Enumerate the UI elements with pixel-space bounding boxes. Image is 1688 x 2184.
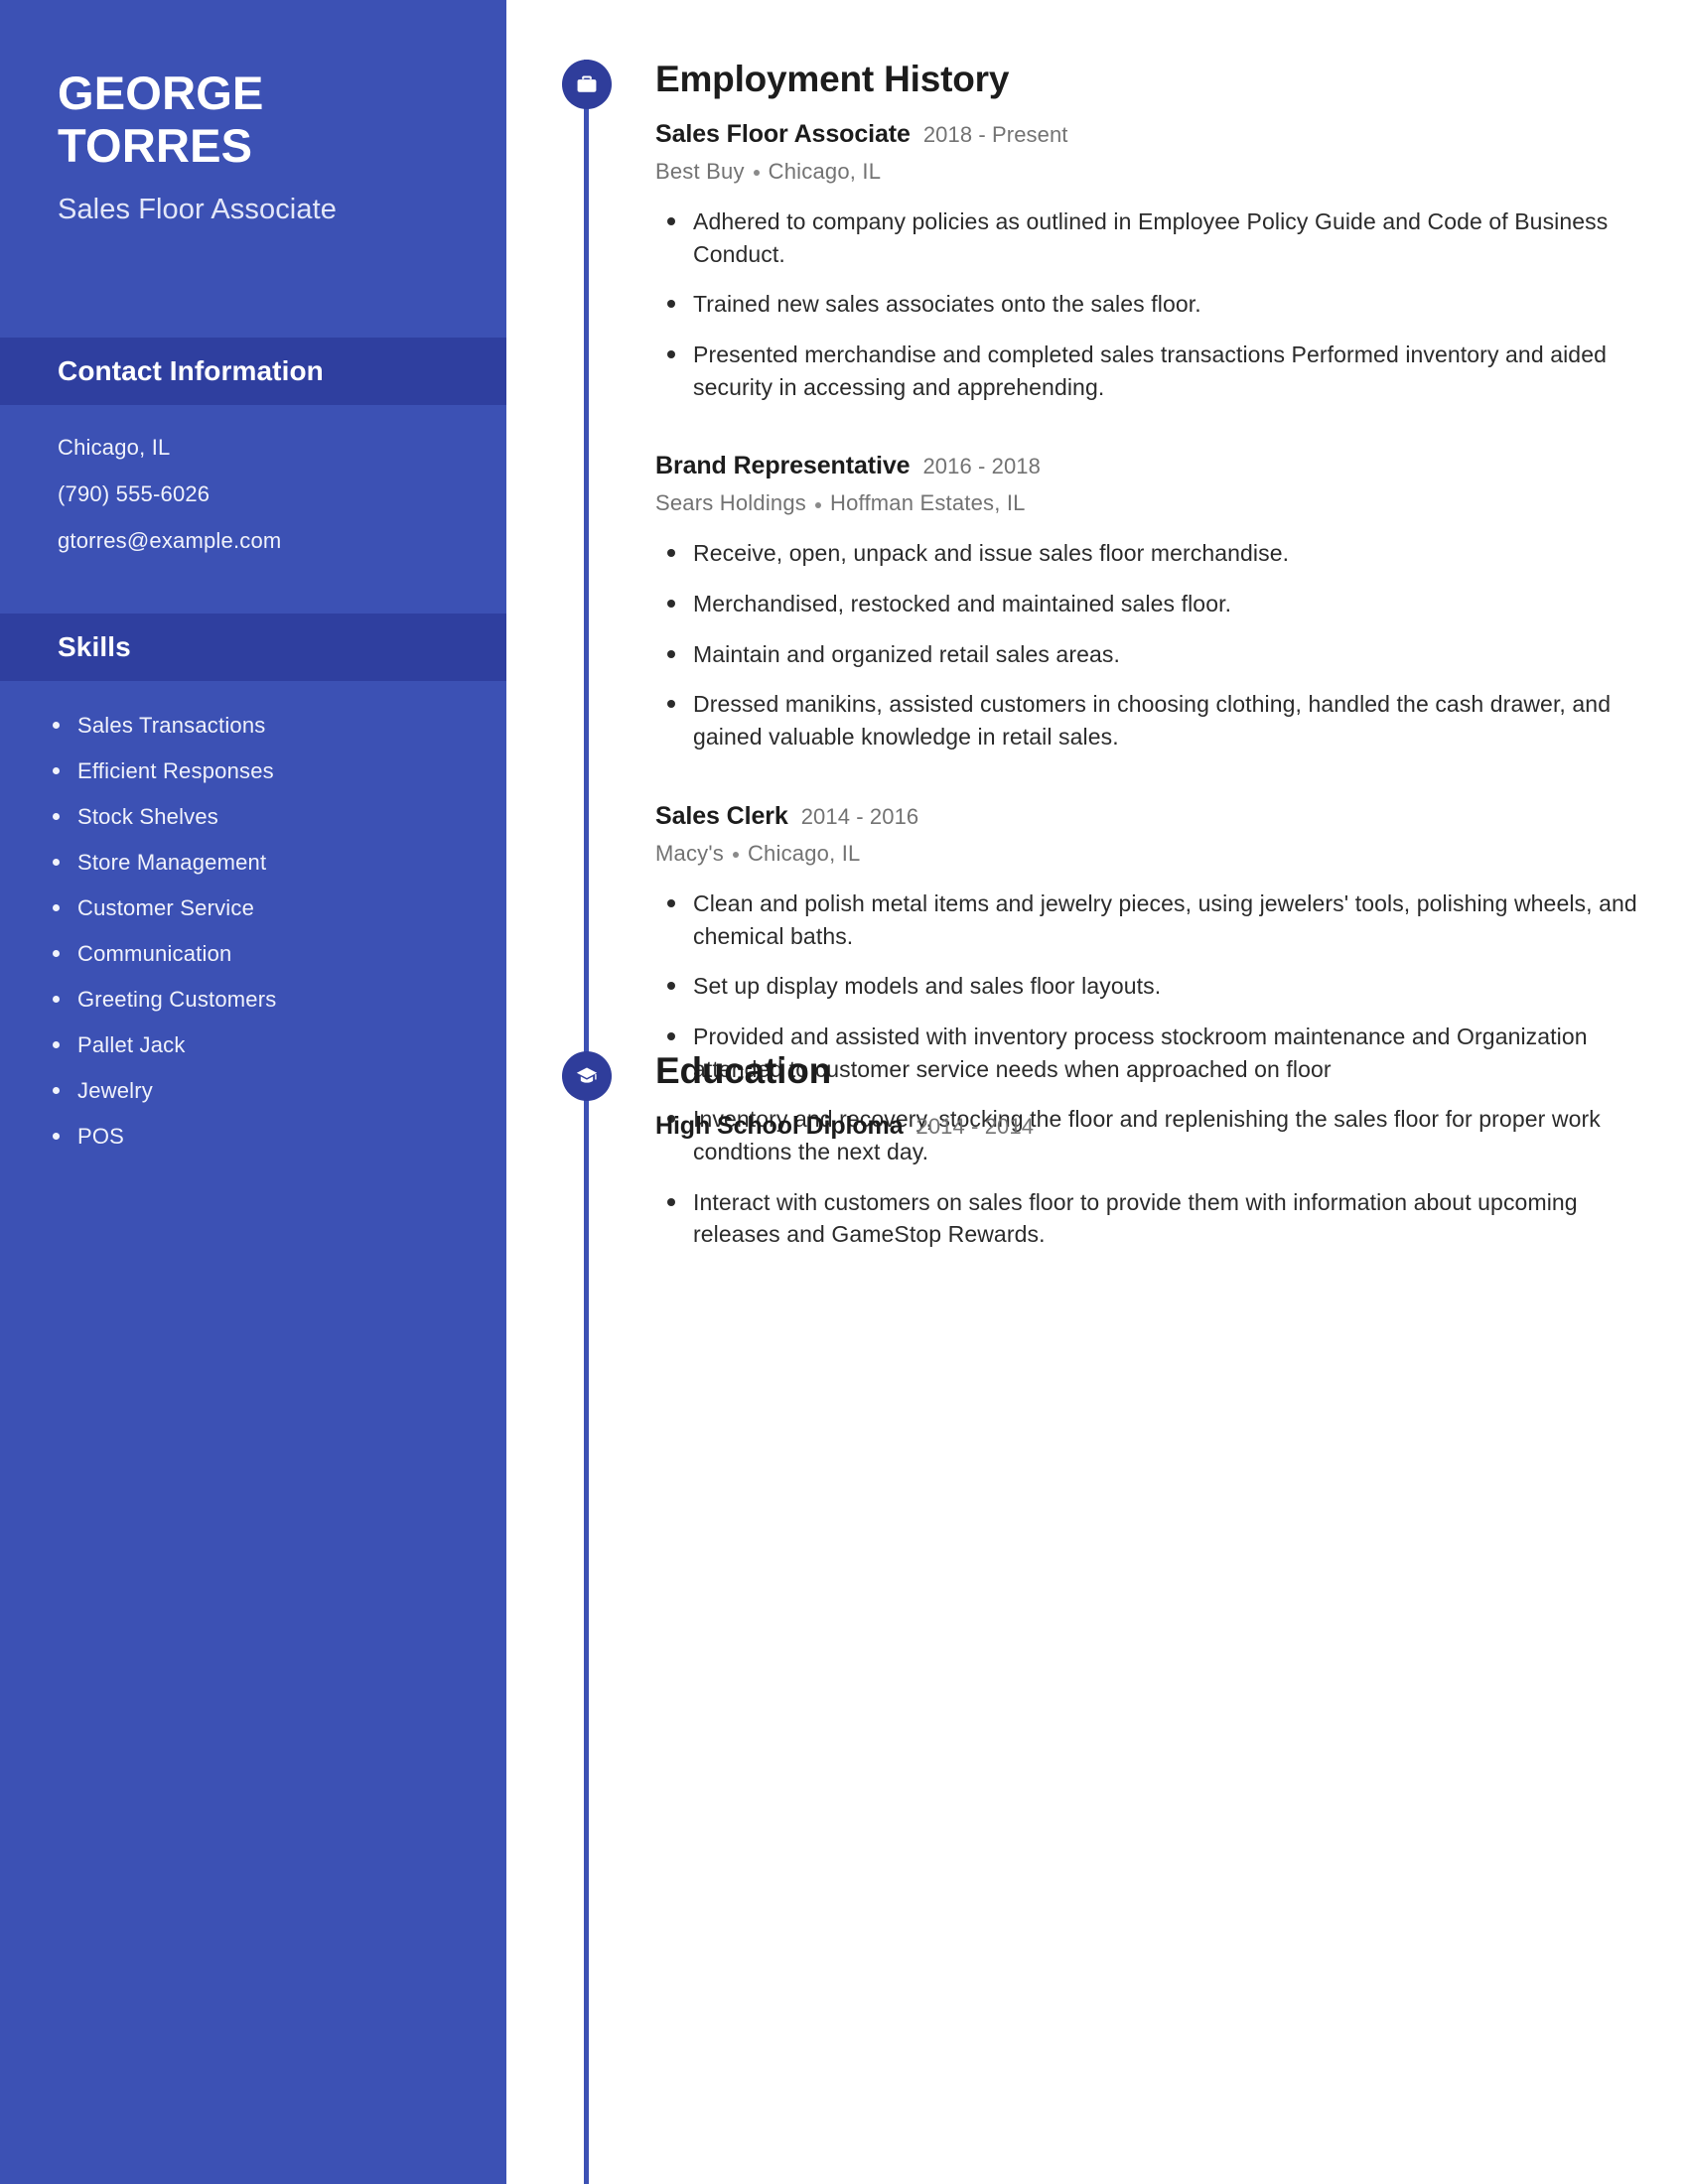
skill-item: Communication bbox=[53, 937, 467, 970]
employment-dates: 2016 - 2018 bbox=[922, 454, 1041, 479]
main-content: Employment History Sales Floor Associate… bbox=[506, 0, 1688, 2184]
employment-bullet: Dressed manikins, assisted customers in … bbox=[655, 688, 1640, 752]
skill-item: Store Management bbox=[53, 846, 467, 879]
education-body: Education High School Diploma 2014 - 2014 bbox=[655, 1050, 1688, 1142]
skills-heading: Skills bbox=[0, 614, 506, 682]
employment-location: Chicago, IL bbox=[747, 841, 861, 866]
employment-company: Macy's bbox=[655, 841, 724, 866]
employment-role: Sales Floor Associate bbox=[655, 119, 911, 148]
employment-bullet: Set up display models and sales floor la… bbox=[655, 970, 1640, 1003]
education-section: Education High School Diploma 2014 - 2014 bbox=[506, 1050, 1688, 1142]
employment-company-location: Macy's Chicago, IL bbox=[655, 841, 1640, 867]
employment-entry: Brand Representative 2016 - 2018 Sears Ho… bbox=[655, 451, 1640, 753]
skill-item: POS bbox=[53, 1120, 467, 1153]
employment-dates: 2014 - 2016 bbox=[800, 803, 919, 829]
contact-email[interactable]: gtorres@example.com bbox=[58, 524, 467, 558]
employment-bullet: Maintain and organized retail sales area… bbox=[655, 638, 1640, 671]
skill-item: Efficient Responses bbox=[53, 754, 467, 787]
skill-item: Sales Transactions bbox=[53, 709, 467, 742]
name-block: GEORGE TORRES Sales Floor Associate bbox=[0, 0, 506, 228]
skill-item: Customer Service bbox=[53, 891, 467, 924]
contact-location: Chicago, IL bbox=[58, 434, 171, 460]
separator-dot-icon bbox=[815, 501, 821, 508]
employment-role: Sales Clerk bbox=[655, 801, 788, 830]
employment-location: Hoffman Estates, IL bbox=[830, 490, 1026, 516]
contact-information-list: Chicago, IL (790) 555-6026 gtorres@examp… bbox=[0, 405, 506, 584]
employment-entry: Sales Clerk 2014 - 2016 Macy's Chicago, IL… bbox=[655, 801, 1640, 1251]
skill-item: Pallet Jack bbox=[53, 1028, 467, 1061]
employment-bullets: Receive, open, unpack and issue sales fl… bbox=[655, 537, 1640, 752]
contact-phone[interactable]: (790) 555-6026 bbox=[58, 478, 467, 511]
employment-history-heading: Employment History bbox=[655, 59, 1010, 99]
education-dates: 2014 - 2014 bbox=[915, 1113, 1035, 1139]
education-heading: Education bbox=[655, 1050, 832, 1091]
skill-item: Jewelry bbox=[53, 1074, 467, 1107]
employment-bullet: Trained new sales associates onto the sa… bbox=[655, 288, 1640, 321]
employment-bullets: Adhered to company policies as outlined … bbox=[655, 205, 1640, 403]
resume-page: GEORGE TORRES Sales Floor Associate Cont… bbox=[0, 0, 1688, 2184]
education-entry-header: High School Diploma 2014 - 2014 bbox=[655, 1111, 1640, 1142]
education-entry: High School Diploma 2014 - 2014 bbox=[655, 1111, 1640, 1142]
employment-company: Best Buy bbox=[655, 158, 745, 184]
employment-bullet: Merchandised, restocked and maintained s… bbox=[655, 588, 1640, 620]
employment-entry-header: Sales Clerk 2014 - 2016 bbox=[655, 801, 1640, 832]
employment-location: Chicago, IL bbox=[768, 158, 882, 184]
skills-list: Sales Transactions Efficient Responses S… bbox=[0, 681, 506, 1153]
separator-dot-icon bbox=[732, 852, 739, 859]
employment-company-location: Best Buy Chicago, IL bbox=[655, 159, 1640, 185]
employment-entry-header: Sales Floor Associate 2018 - Present bbox=[655, 119, 1640, 150]
employment-role: Brand Representative bbox=[655, 452, 911, 480]
candidate-name: GEORGE TORRES bbox=[58, 67, 264, 172]
employment-entry-header: Brand Representative 2016 - 2018 bbox=[655, 451, 1640, 481]
skill-item: Greeting Customers bbox=[53, 983, 467, 1016]
sidebar: GEORGE TORRES Sales Floor Associate Cont… bbox=[0, 0, 506, 2184]
employment-bullet: Adhered to company policies as outlined … bbox=[655, 205, 1640, 270]
employment-bullet: Interact with customers on sales floor t… bbox=[655, 1186, 1640, 1251]
employment-bullet: Presented merchandise and completed sale… bbox=[655, 339, 1640, 403]
graduation-cap-icon bbox=[562, 1051, 612, 1101]
employment-bullet: Clean and polish metal items and jewelry… bbox=[655, 887, 1640, 952]
separator-dot-icon bbox=[753, 170, 760, 177]
employment-company: Sears Holdings bbox=[655, 490, 806, 516]
skill-item: Stock Shelves bbox=[53, 800, 467, 833]
employment-bullet: Receive, open, unpack and issue sales fl… bbox=[655, 537, 1640, 570]
employment-dates: 2018 - Present bbox=[922, 121, 1068, 147]
employment-company-location: Sears Holdings Hoffman Estates, IL bbox=[655, 490, 1640, 516]
contact-information-heading: Contact Information bbox=[0, 337, 506, 405]
education-degree: High School Diploma bbox=[655, 1111, 904, 1140]
briefcase-icon bbox=[562, 60, 612, 109]
employment-entry: Sales Floor Associate 2018 - Present Best… bbox=[655, 119, 1640, 404]
candidate-job-title: Sales Floor Associate bbox=[58, 194, 337, 226]
